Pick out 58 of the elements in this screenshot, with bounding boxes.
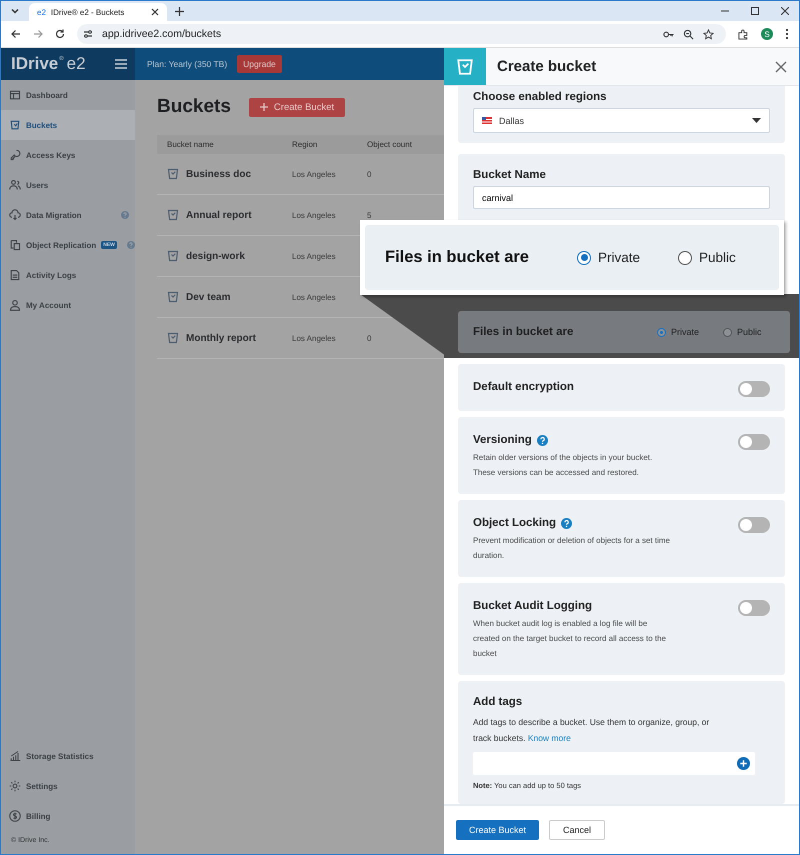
column-header: Region — [292, 140, 318, 149]
favicon: e2 — [37, 8, 46, 16]
table-cell-text: Los Angeles — [292, 292, 337, 302]
table-cell-text: Los Angeles — [292, 334, 337, 342]
sidebar-item[interactable]: Settings — [1, 771, 135, 801]
sidebar-item[interactable]: Billing — [1, 801, 135, 831]
table-cell-text: Los Angeles — [292, 170, 337, 178]
radio-option[interactable]: Private — [657, 327, 709, 337]
tags-description: Add tags to describe a bucket. Use them to organize, group, or track buckets. Know more — [473, 716, 710, 745]
bucket-name[interactable]: Dev team — [186, 292, 230, 302]
bucket-name[interactable]: design-work — [186, 250, 245, 262]
profile-avatar[interactable]: S — [761, 28, 773, 40]
field-label: Choose enabled regions — [473, 91, 608, 103]
sidebar-item[interactable]: Buckets — [1, 110, 135, 140]
tab-title: IDrive® e2 - Buckets — [50, 8, 126, 16]
setting-title: Default encryption — [473, 381, 574, 393]
know-more-link[interactable]: Know more — [528, 733, 571, 743]
setting-title: Object Locking — [473, 517, 556, 529]
table-cell-text: Los Angeles — [292, 252, 337, 260]
setting-description: Prevent modification or deletion of objects for a set time duration. — [473, 535, 671, 562]
bucket-name[interactable]: Business doc — [186, 168, 252, 180]
radio-option[interactable]: Private — [577, 250, 678, 265]
browser-tab[interactable]: e2 IDrive® e2 - Buckets — [29, 3, 167, 21]
section-title: Add tags — [473, 696, 524, 708]
sidebar-item[interactable]: Activity Logs — [1, 260, 135, 290]
field-label: Files in bucket are — [473, 326, 574, 338]
panel-title: Create bucket — [497, 58, 596, 75]
bucket-name-field[interactable]: carnival — [473, 186, 770, 209]
radio-option[interactable]: Public — [678, 250, 779, 265]
create-bucket-button[interactable]: Create Bucket — [248, 98, 346, 116]
bucket-name[interactable]: Monthly report — [186, 332, 256, 344]
cancel-button[interactable]: Cancel — [549, 820, 606, 840]
bucket-name[interactable]: Annual report — [186, 210, 252, 220]
column-header: Bucket name — [167, 140, 215, 149]
table-cell-text: Los Angeles — [292, 210, 337, 220]
field-label: Bucket Name — [473, 169, 547, 181]
region-select[interactable]: Dallas — [473, 108, 770, 133]
sidebar-item[interactable]: My Account — [1, 290, 135, 320]
sidebar-item[interactable]: Users — [1, 170, 135, 200]
sidebar-item[interactable]: Data Migration — [1, 200, 135, 230]
setting-title: Bucket Audit Logging — [473, 600, 592, 612]
column-header: Object count — [367, 140, 412, 149]
plan-label: Plan: Yearly (350 TB) — [147, 59, 228, 69]
sidebar-item[interactable]: Storage Statistics — [1, 741, 135, 771]
page-title: Buckets — [157, 96, 231, 118]
field-label: Files in bucket are — [385, 248, 530, 267]
create-bucket-button[interactable]: Create Bucket — [456, 820, 540, 840]
address-bar[interactable]: app.idrivee2.com/buckets — [77, 24, 726, 44]
setting-description: Retain older versions of the objects in your bucket. These versions can be accessed and restored. — [473, 452, 654, 479]
table-cell: 5 — [367, 210, 372, 220]
sidebar-item[interactable]: Dashboard — [1, 80, 135, 110]
sidebar-item[interactable]: Access Keys — [1, 140, 135, 170]
table-cell: 0 — [367, 334, 372, 342]
radio-option[interactable]: Public — [723, 327, 775, 337]
upgrade-button[interactable]: Upgrade — [237, 55, 282, 73]
table-cell: 0 — [367, 170, 372, 178]
setting-description: When bucket audit log is enabled a log file will be created on the target bucket to record all access to the bucket — [473, 618, 667, 660]
setting-title: Versioning — [473, 434, 532, 446]
